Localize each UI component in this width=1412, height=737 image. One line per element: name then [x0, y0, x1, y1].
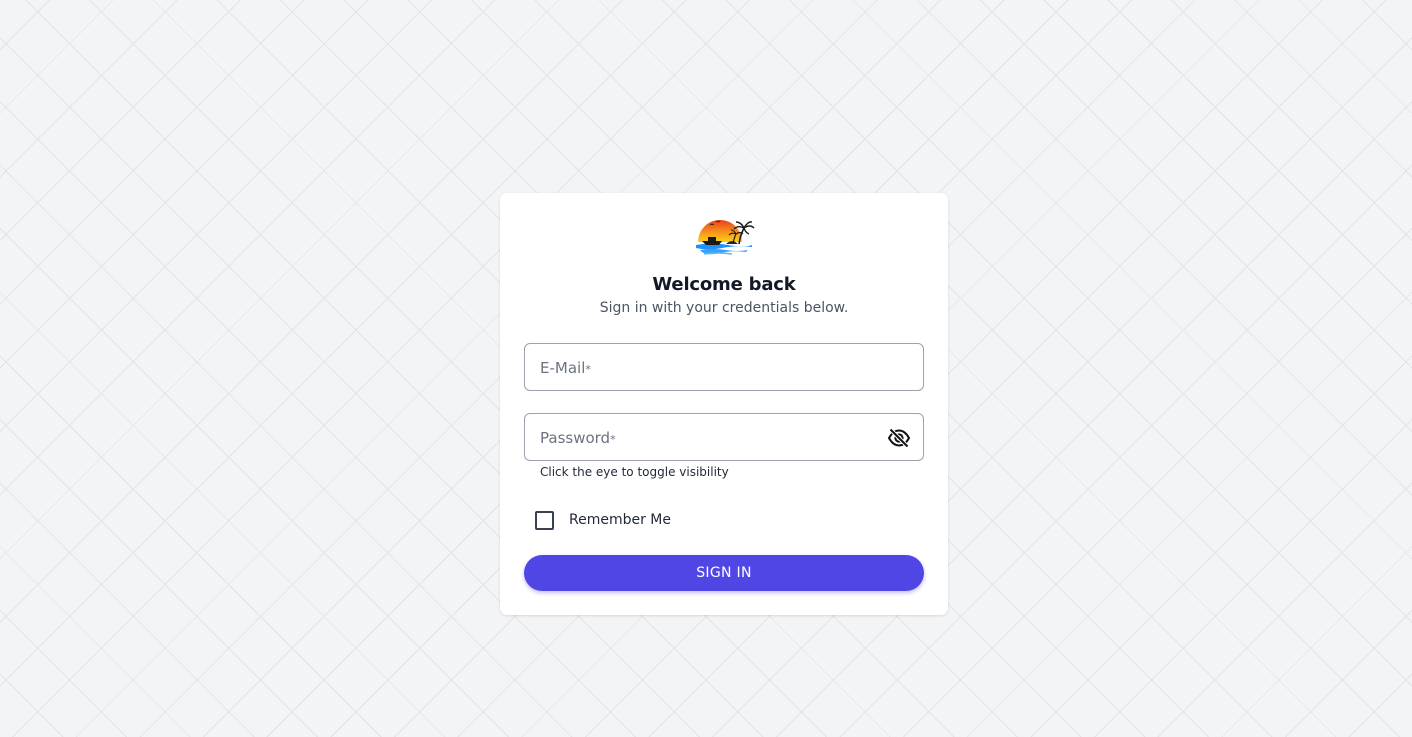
eye-off-icon[interactable]: [887, 426, 911, 450]
login-card: Welcome back Sign in with your credentia…: [500, 193, 948, 615]
password-field[interactable]: Password*: [524, 413, 924, 461]
sunset-beach-boat-icon: [696, 220, 755, 255]
logo: [692, 216, 756, 256]
email-field-label: E-Mail*: [540, 359, 591, 377]
remember-me[interactable]: Remember Me: [535, 510, 671, 530]
password-field-label: Password*: [540, 429, 616, 447]
password-helper-text: Click the eye to toggle visibility: [540, 465, 729, 479]
email-field[interactable]: E-Mail*: [524, 343, 924, 391]
page-subtitle: Sign in with your credentials below.: [599, 300, 849, 316]
sign-in-button[interactable]: SIGN IN: [524, 555, 924, 591]
remember-me-checkbox[interactable]: [535, 510, 554, 530]
page-title: Welcome back: [652, 274, 796, 295]
remember-me-label[interactable]: Remember Me: [569, 512, 671, 528]
